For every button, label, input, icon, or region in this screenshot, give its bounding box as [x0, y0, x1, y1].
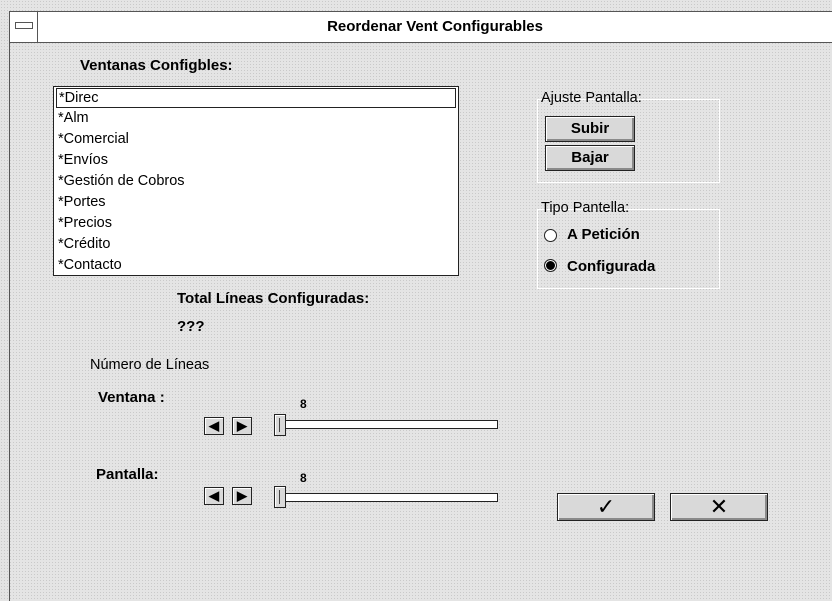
total-lineas-value: ??? [177, 318, 205, 335]
title-bar: Reordenar Vent Configurables [10, 12, 832, 43]
system-menu-button[interactable] [10, 12, 38, 42]
ventana-slider-thumb[interactable] [274, 414, 286, 436]
pantalla-right-button[interactable]: ▶ [232, 487, 252, 505]
cancel-button[interactable]: ✕ [670, 493, 768, 521]
x-icon: ✕ [709, 494, 729, 519]
list-item[interactable]: *Comercial [58, 129, 129, 149]
list-item[interactable]: *Envíos [58, 150, 108, 170]
list-item[interactable]: *Direc [56, 88, 456, 108]
checkmark-icon: ✓ [596, 494, 616, 519]
arrow-left-icon: ◀ [209, 488, 219, 503]
list-item[interactable]: *Gestión de Cobros [58, 171, 185, 191]
pantalla-slider-value: 8 [300, 471, 307, 485]
window-title: Reordenar Vent Configurables [327, 18, 543, 35]
arrow-left-icon: ◀ [209, 418, 219, 433]
numero-lineas-label: Número de Líneas [90, 357, 210, 373]
pantalla-slider-track[interactable] [274, 493, 498, 502]
total-lineas-label: Total Líneas Configuradas: [177, 290, 370, 307]
tipo-pantalla-group [537, 209, 720, 289]
ventana-left-button[interactable]: ◀ [204, 417, 224, 435]
list-item[interactable]: *Crédito [58, 234, 110, 254]
arrow-right-icon: ▶ [237, 418, 247, 433]
configurada-radio[interactable] [544, 259, 557, 272]
ventana-slider-value: 8 [300, 397, 307, 411]
ventana-label: Ventana : [98, 389, 165, 406]
bajar-button[interactable]: Bajar [545, 145, 635, 171]
ventana-slider-track[interactable] [274, 420, 498, 429]
ok-button[interactable]: ✓ [557, 493, 655, 521]
list-item[interactable]: *Portes [58, 192, 106, 212]
ventana-right-button[interactable]: ▶ [232, 417, 252, 435]
arrow-right-icon: ▶ [237, 488, 247, 503]
subir-button[interactable]: Subir [545, 116, 635, 142]
a-peticion-radio[interactable] [544, 229, 557, 242]
ajuste-pantalla-label: Ajuste Pantalla: [541, 90, 642, 106]
list-item[interactable]: *Alm [58, 108, 89, 128]
ventanas-listbox[interactable]: *Direc *Alm *Comercial *Envíos *Gestión … [53, 86, 459, 276]
pantalla-label: Pantalla: [96, 466, 159, 483]
pantalla-slider-thumb[interactable] [274, 486, 286, 508]
system-menu-icon [15, 22, 33, 29]
configurada-label[interactable]: Configurada [567, 258, 655, 275]
ventanas-label: Ventanas Configbles: [80, 57, 233, 74]
list-item[interactable]: *Precios [58, 213, 112, 233]
a-peticion-label[interactable]: A Petición [567, 226, 640, 243]
tipo-pantalla-label: Tipo Pantella: [541, 200, 630, 216]
pantalla-left-button[interactable]: ◀ [204, 487, 224, 505]
list-item[interactable]: *Contacto [58, 255, 122, 275]
